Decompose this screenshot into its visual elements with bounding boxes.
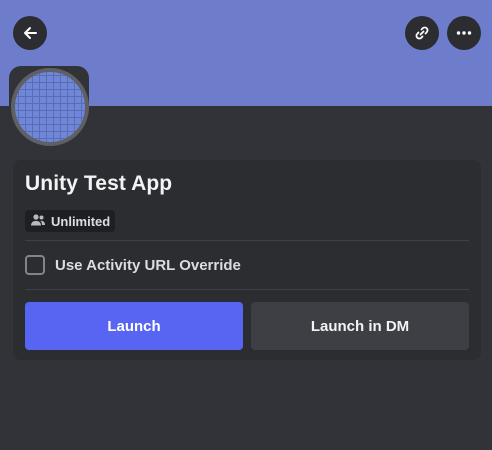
copy-link-button[interactable] <box>405 16 439 50</box>
activity-url-override-option[interactable]: Use Activity URL Override <box>25 253 241 277</box>
user-limit-label: Unlimited <box>51 213 111 229</box>
app-title: Unity Test App <box>25 172 173 195</box>
launch-in-dm-button[interactable]: Launch in DM <box>251 302 469 350</box>
activity-url-override-checkbox[interactable] <box>25 255 45 275</box>
back-button[interactable] <box>13 16 47 50</box>
launch-button[interactable]: Launch <box>25 302 243 350</box>
more-horizontal-icon <box>455 24 473 42</box>
app-details-card: Unity Test App Unlimited Use Activity UR… <box>13 160 481 360</box>
link-icon <box>413 24 431 42</box>
divider <box>25 289 469 290</box>
people-icon <box>30 213 51 230</box>
arrow-left-icon <box>21 24 39 42</box>
activity-url-override-label: Use Activity URL Override <box>55 256 241 274</box>
app-avatar <box>11 68 89 146</box>
divider <box>25 240 469 241</box>
user-limit-badge: Unlimited <box>25 210 116 232</box>
more-options-button[interactable] <box>447 16 481 50</box>
